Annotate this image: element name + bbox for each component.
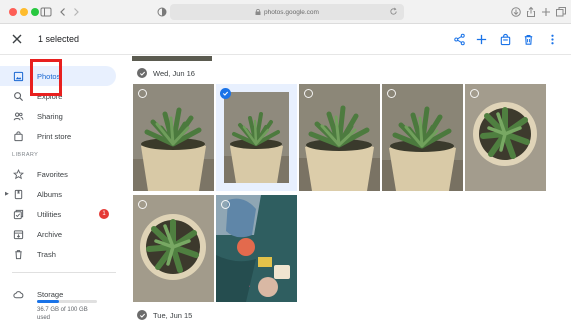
succulent-top-view-photo bbox=[133, 195, 214, 302]
sidebar-item-label: Storage bbox=[37, 289, 64, 299]
utilities-icon bbox=[12, 208, 24, 220]
succulent-photo bbox=[299, 84, 380, 191]
album-icon bbox=[12, 188, 24, 200]
select-photo-checkbox[interactable] bbox=[304, 89, 313, 98]
delete-button[interactable] bbox=[520, 31, 536, 47]
succulent-top-view-photo bbox=[465, 84, 546, 191]
sidebar-item-label: Archive bbox=[37, 229, 63, 239]
date-label: Tue, Jun 15 bbox=[153, 310, 193, 320]
succulent-photo bbox=[133, 84, 214, 191]
sidebar-item-label: Utilities bbox=[37, 209, 62, 219]
sidebar-item-label: Favorites bbox=[37, 169, 68, 179]
photo-thumbnail[interactable] bbox=[299, 84, 380, 191]
reload-icon[interactable] bbox=[389, 7, 398, 16]
annotation-highlight-box bbox=[30, 59, 62, 96]
address-bar[interactable]: photos.google.com bbox=[170, 4, 404, 20]
close-selection-button[interactable] bbox=[10, 32, 24, 46]
baby-toys-photo bbox=[216, 195, 297, 302]
check-icon bbox=[139, 71, 145, 76]
photo-thumbnail[interactable] bbox=[382, 84, 463, 191]
share-icon[interactable] bbox=[525, 5, 537, 19]
select-photo-checkbox[interactable] bbox=[221, 200, 230, 209]
share-button[interactable] bbox=[451, 31, 467, 47]
selected-check-button[interactable] bbox=[220, 88, 231, 99]
privacy-shield-icon[interactable] bbox=[156, 5, 168, 19]
date-label: Wed, Jun 16 bbox=[153, 68, 195, 78]
forward-icon[interactable] bbox=[70, 5, 82, 19]
sidebar-item-archive[interactable]: Archive bbox=[0, 224, 116, 244]
photo-thumbnail[interactable] bbox=[133, 195, 214, 302]
select-date-group-button[interactable] bbox=[137, 310, 147, 320]
photo-thumbnail-selected[interactable] bbox=[216, 84, 297, 191]
select-photo-checkbox[interactable] bbox=[387, 89, 396, 98]
sidebar-item-favorites[interactable]: Favorites bbox=[0, 164, 116, 184]
select-date-group-button[interactable] bbox=[137, 68, 147, 78]
close-icon bbox=[12, 34, 22, 44]
tab-overview-icon[interactable] bbox=[555, 5, 567, 19]
sidebar-item-print-store[interactable]: Print store bbox=[0, 126, 116, 146]
people-icon bbox=[12, 110, 24, 122]
photo-thumbnail[interactable] bbox=[133, 84, 214, 191]
plus-icon bbox=[476, 34, 486, 44]
sidebar-item-label: Trash bbox=[37, 249, 56, 259]
sidebar-item-label: Sharing bbox=[37, 111, 63, 121]
sidebar: Photos Explore Sharing Print store LIBRA… bbox=[0, 56, 120, 328]
shopping-bag-icon bbox=[500, 33, 510, 45]
more-options-button[interactable] bbox=[544, 31, 560, 47]
sidebar-item-label: Albums bbox=[37, 189, 63, 199]
previous-photo-edge bbox=[132, 56, 212, 61]
new-tab-icon[interactable] bbox=[540, 5, 552, 19]
succulent-photo bbox=[382, 84, 463, 191]
photo-frame bbox=[224, 92, 289, 183]
sidebar-divider bbox=[12, 272, 116, 273]
expand-caret-icon[interactable]: ▶ bbox=[5, 191, 9, 197]
trash-icon bbox=[524, 34, 532, 45]
sidebar-item-trash[interactable]: Trash bbox=[0, 244, 116, 264]
storage-usage-text: 36.7 GB of 100 GB bbox=[37, 307, 88, 313]
trash-icon bbox=[12, 248, 24, 260]
window-zoom-button[interactable] bbox=[31, 8, 39, 16]
search-icon bbox=[12, 90, 24, 102]
cloud-icon bbox=[12, 288, 24, 300]
back-icon[interactable] bbox=[57, 5, 69, 19]
downloads-icon[interactable] bbox=[510, 5, 522, 19]
window-minimize-button[interactable] bbox=[20, 8, 28, 16]
select-photo-checkbox[interactable] bbox=[138, 200, 147, 209]
storage-usage-bar bbox=[37, 300, 97, 303]
add-button[interactable] bbox=[473, 31, 489, 47]
sidebar-item-albums[interactable]: ▶ Albums bbox=[0, 184, 116, 204]
more-vert-icon bbox=[550, 34, 554, 44]
print-store-icon bbox=[12, 130, 24, 142]
archive-icon bbox=[12, 228, 24, 240]
share-icon bbox=[453, 33, 465, 45]
sidebar-item-utilities[interactable]: Utilities 1 bbox=[0, 204, 116, 224]
sidebar-item-label: Print store bbox=[37, 131, 72, 141]
date-header: Tue, Jun 15 bbox=[137, 309, 192, 321]
order-photo-button[interactable] bbox=[497, 31, 513, 47]
window-close-button[interactable] bbox=[9, 8, 17, 16]
notification-badge: 1 bbox=[99, 209, 109, 219]
selection-app-bar: 1 selected bbox=[0, 24, 571, 55]
photo-thumbnail[interactable] bbox=[216, 195, 297, 302]
date-header: Wed, Jun 16 bbox=[137, 67, 195, 79]
selection-count: 1 selected bbox=[38, 34, 80, 44]
sidebar-toggle-icon[interactable] bbox=[40, 5, 52, 19]
check-icon bbox=[222, 91, 229, 96]
sidebar-item-sharing[interactable]: Sharing bbox=[0, 106, 116, 126]
photo-thumbnail[interactable] bbox=[465, 84, 546, 191]
photos-icon bbox=[12, 70, 24, 82]
address-url: photos.google.com bbox=[264, 8, 319, 16]
star-icon bbox=[12, 168, 24, 180]
select-photo-checkbox[interactable] bbox=[138, 89, 147, 98]
succulent-photo bbox=[224, 92, 289, 183]
storage-usage-fill bbox=[37, 300, 60, 303]
check-icon bbox=[139, 313, 145, 318]
lock-icon bbox=[255, 9, 261, 15]
storage-usage-suffix: used bbox=[37, 315, 51, 321]
browser-toolbar: photos.google.com bbox=[0, 0, 571, 24]
select-photo-checkbox[interactable] bbox=[470, 89, 479, 98]
library-section-label: LIBRARY bbox=[12, 152, 39, 158]
